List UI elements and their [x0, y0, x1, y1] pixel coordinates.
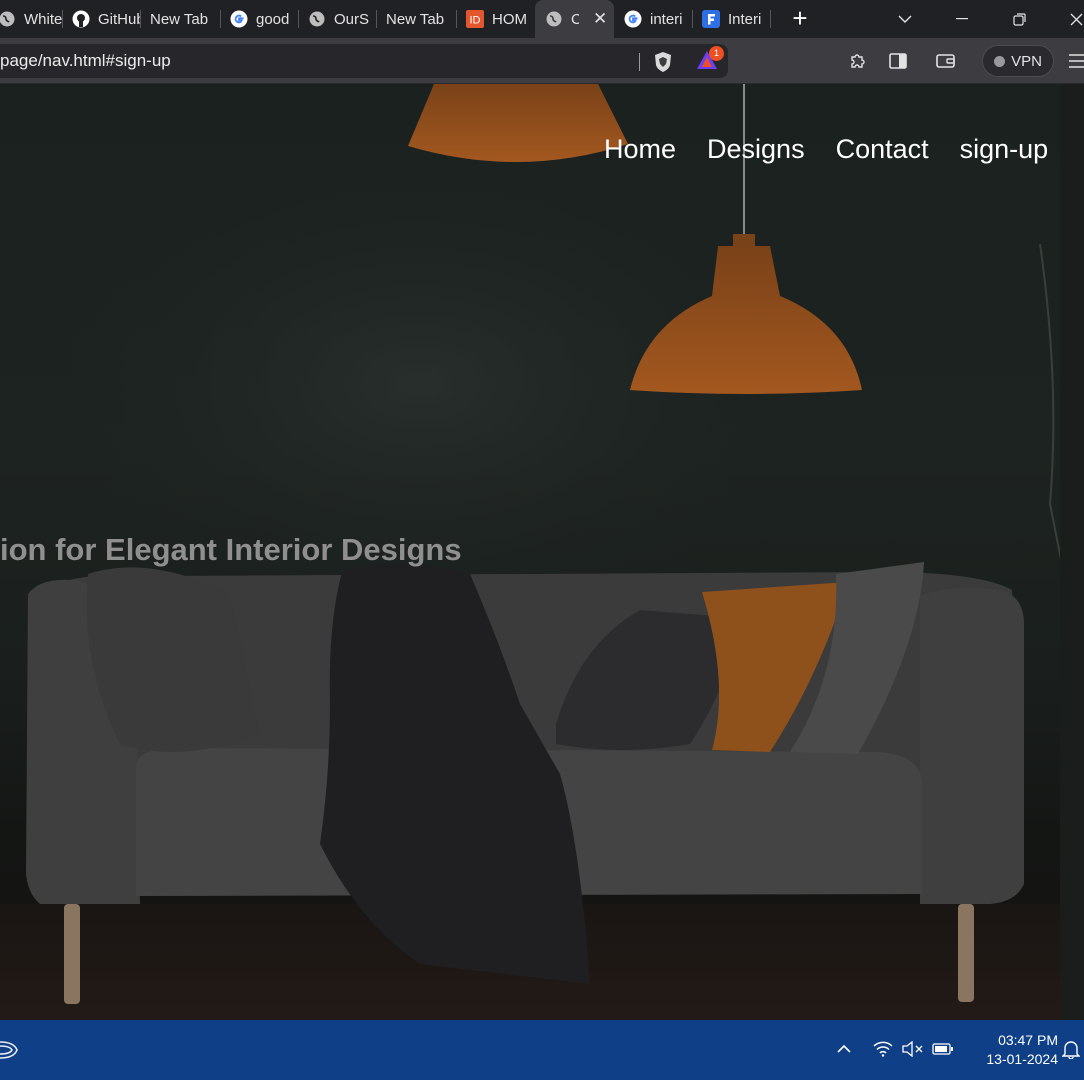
globe-icon — [308, 10, 326, 28]
nav-contact-link[interactable]: Contact — [836, 134, 929, 165]
tab-interior-f[interactable]: Interi — [692, 0, 770, 38]
tab-ours[interactable]: OurS — [298, 0, 376, 38]
f-logo-icon — [702, 10, 720, 28]
nav-designs-link[interactable]: Designs — [707, 134, 805, 165]
vpn-button[interactable]: VPN — [982, 45, 1054, 77]
close-window-icon[interactable] — [1056, 4, 1084, 34]
id-logo-icon: ID — [466, 10, 484, 28]
tab-new-tab[interactable]: New Tab — [140, 0, 220, 38]
tab-label: HOM — [492, 10, 527, 28]
clock-date: 13-01-2024 — [986, 1051, 1058, 1067]
tab-label: New Tab — [386, 10, 445, 28]
address-bar[interactable]: page/nav.html#sign-up 1 — [0, 44, 728, 78]
extensions-puzzle-icon[interactable] — [847, 50, 869, 72]
tab-google[interactable]: good — [220, 0, 298, 38]
site-nav: Home Designs Contact sign-up — [604, 134, 1048, 165]
vpn-status-dot — [994, 55, 1006, 67]
svg-text:ID: ID — [470, 15, 481, 27]
tab-new-tab[interactable]: New Tab — [376, 0, 456, 38]
close-tab-icon[interactable]: ✕ — [593, 9, 607, 29]
clock-time: 03:47 PM — [998, 1032, 1058, 1048]
tab-white[interactable]: White — [0, 0, 62, 38]
tab-active[interactable]: C ✕ — [535, 0, 614, 38]
nav-signup-link[interactable]: sign-up — [960, 134, 1049, 165]
globe-icon — [545, 10, 563, 28]
wifi-icon[interactable] — [872, 1038, 894, 1060]
tab-label: White — [24, 10, 62, 28]
system-clock[interactable]: 03:47 PM 13-01-2024 — [968, 1031, 1058, 1069]
tab-label: GitHub — [98, 10, 140, 28]
nav-home-link[interactable]: Home — [604, 134, 676, 165]
taskbar-app-icon[interactable] — [0, 1038, 20, 1062]
tab-github[interactable]: GitHub — [62, 0, 140, 38]
google-icon — [230, 10, 248, 28]
tab-label: C — [571, 10, 579, 28]
menu-hamburger-icon[interactable] — [1066, 50, 1084, 72]
rewards-badge: 1 — [709, 46, 724, 61]
battery-icon[interactable] — [932, 1038, 954, 1060]
vpn-label: VPN — [1011, 52, 1042, 70]
tab-interior-search[interactable]: interi — [614, 0, 692, 38]
volume-muted-icon[interactable] — [902, 1038, 924, 1060]
sidebar-toggle-icon[interactable] — [887, 50, 909, 72]
tab-search-chevron-icon[interactable] — [885, 4, 925, 34]
taskbar: 03:47 PM 13-01-2024 — [0, 1020, 1084, 1080]
page-edge-strip — [1060, 84, 1084, 1020]
url-text[interactable]: page/nav.html#sign-up — [0, 51, 171, 71]
wallet-icon[interactable] — [935, 50, 957, 72]
tab-label: good — [256, 10, 290, 28]
tab-home[interactable]: ID HOM — [456, 0, 534, 38]
browser-toolbar: page/nav.html#sign-up 1 VPN — [0, 38, 1084, 84]
globe-icon — [0, 10, 16, 28]
tab-label: interi — [650, 10, 683, 28]
tab-label: Interi — [728, 10, 762, 28]
tab-label: New Tab — [150, 10, 209, 28]
show-hidden-icons-chevron-icon[interactable] — [833, 1038, 855, 1060]
address-divider — [639, 53, 640, 71]
tab-label: OurS — [334, 10, 370, 28]
google-icon — [624, 10, 642, 28]
hero-heading: ion for Elegant Interior Designs — [0, 532, 462, 567]
brave-shield-icon[interactable] — [653, 51, 673, 78]
minimize-icon[interactable] — [942, 4, 982, 34]
tab-divider — [770, 10, 771, 28]
new-tab-plus-icon[interactable]: + — [786, 4, 814, 32]
notification-bell-icon[interactable] — [1060, 1038, 1082, 1060]
github-icon — [72, 10, 90, 28]
tab-strip: White GitHub New Tab good OurS New Tab I… — [0, 0, 1084, 38]
restore-icon[interactable] — [999, 4, 1039, 34]
page-viewport: Home Designs Contact sign-up ion for Ele… — [0, 84, 1084, 1020]
